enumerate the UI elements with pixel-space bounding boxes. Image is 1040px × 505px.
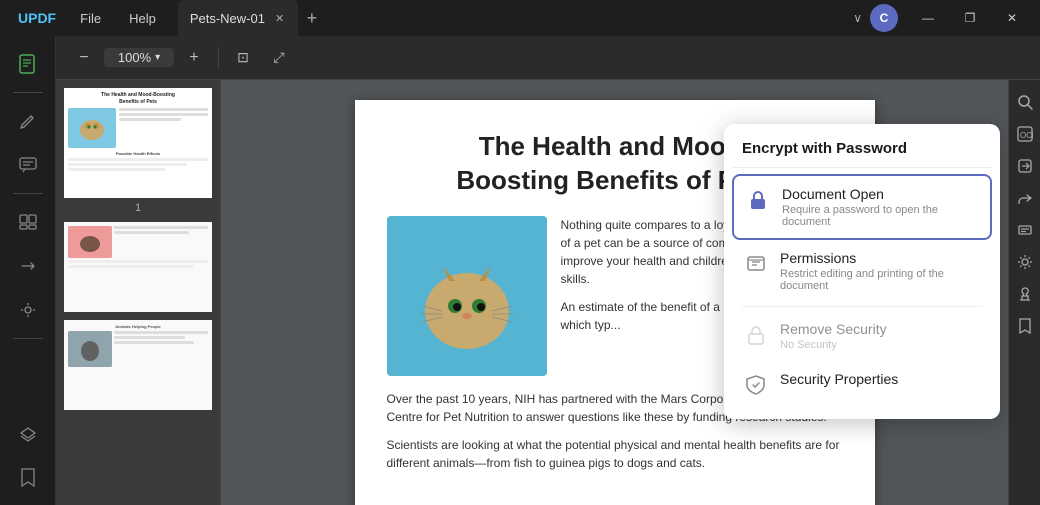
titlebar-actions: C — ❐ ✕ <box>870 0 1032 36</box>
dropdown-item-permissions-text: Permissions Restrict editing and printin… <box>780 250 982 292</box>
menu-help[interactable]: Help <box>115 0 170 36</box>
sidebar-item-bookmark[interactable] <box>8 457 48 497</box>
dropdown-item-document-open-sub: Require a password to open the document <box>782 204 980 228</box>
fit-width-button[interactable]: ⤢ <box>263 42 295 74</box>
thumbnail-page-3[interactable]: Animals Helping People <box>64 320 212 410</box>
tab-close-button[interactable]: ✕ <box>275 12 284 25</box>
lock-icon <box>744 186 772 214</box>
right-convert-icon[interactable] <box>1011 152 1039 180</box>
encrypt-password-dropdown: Encrypt with Password Document Open Requ… <box>724 124 1000 419</box>
tabs-overflow-button[interactable]: ∨ <box>845 11 870 25</box>
sidebar-divider-2 <box>13 193 43 194</box>
svg-text:OCR: OCR <box>1020 131 1033 140</box>
dropdown-item-remove-security-title: Remove Security <box>780 321 982 337</box>
shield-icon <box>742 371 770 399</box>
right-search-icon[interactable] <box>1011 88 1039 116</box>
sidebar-item-layers[interactable] <box>8 413 48 453</box>
sidebar-item-reader[interactable] <box>8 44 48 84</box>
zoom-in-button[interactable]: + <box>178 42 210 74</box>
menu-file[interactable]: File <box>66 0 115 36</box>
thumbnail-page-1[interactable]: The Health and Mood-BoostingBenefits of … <box>64 88 212 214</box>
minimize-button[interactable]: — <box>908 0 948 36</box>
fit-page-button[interactable]: ⊡ <box>227 42 259 74</box>
zoom-out-button[interactable]: − <box>68 42 100 74</box>
zoom-display: 100% ▾ <box>104 48 174 67</box>
sidebar-item-ai[interactable] <box>8 290 48 330</box>
tab-bar: Pets-New-01 ✕ + <box>170 0 845 36</box>
dropdown-item-security-properties-title: Security Properties <box>780 371 982 387</box>
right-redact-icon[interactable] <box>1011 216 1039 244</box>
avatar[interactable]: C <box>870 4 898 32</box>
maximize-button[interactable]: ❐ <box>950 0 990 36</box>
sidebar-item-edit[interactable] <box>8 101 48 141</box>
left-sidebar <box>0 36 56 505</box>
right-stamp-icon[interactable] <box>1011 280 1039 308</box>
sidebar-divider-3 <box>13 338 43 339</box>
dropdown-divider <box>742 306 982 307</box>
dropdown-item-security-properties-text: Security Properties <box>780 371 982 387</box>
right-panel: OCR <box>1008 80 1040 505</box>
dropdown-item-permissions[interactable]: Permissions Restrict editing and printin… <box>732 240 992 302</box>
dropdown-item-remove-security: Remove Security No Security <box>732 311 992 361</box>
zoom-value: 100% <box>118 50 151 65</box>
main-area: − 100% ▾ + ⊡ ⤢ The Health and Mood-Boost… <box>0 36 1040 505</box>
close-button[interactable]: ✕ <box>992 0 1032 36</box>
dropdown-item-permissions-title: Permissions <box>780 250 982 266</box>
right-ocr-icon[interactable]: OCR <box>1011 120 1039 148</box>
thumbnail-panel: The Health and Mood-BoostingBenefits of … <box>56 80 221 505</box>
logo-text: UPDF <box>18 10 56 26</box>
document-tab[interactable]: Pets-New-01 ✕ <box>178 0 298 36</box>
sidebar-item-organize[interactable] <box>8 202 48 242</box>
dropdown-item-document-open-title: Document Open <box>782 186 980 202</box>
sidebar-item-comment[interactable] <box>8 145 48 185</box>
dropdown-item-permissions-sub: Restrict editing and printing of the doc… <box>780 268 982 292</box>
titlebar: UPDF File Help Pets-New-01 ✕ + ∨ C — ❐ ✕ <box>0 0 1040 36</box>
pdf-area: The Health and Mood-BoostingBenefits of … <box>56 80 1040 505</box>
zoom-dropdown-icon[interactable]: ▾ <box>155 52 160 63</box>
dropdown-title: Encrypt with Password <box>732 134 992 168</box>
cat-image <box>387 216 547 376</box>
permissions-icon <box>742 250 770 278</box>
dropdown-item-remove-security-text: Remove Security No Security <box>780 321 982 351</box>
dropdown-item-document-open-text: Document Open Require a password to open… <box>782 186 980 228</box>
sidebar-divider-1 <box>13 92 43 93</box>
toolbar: − 100% ▾ + ⊡ ⤢ <box>56 36 1040 80</box>
remove-security-icon <box>742 321 770 349</box>
dropdown-item-remove-security-sub: No Security <box>780 339 982 351</box>
new-tab-button[interactable]: + <box>298 4 326 32</box>
toolbar-separator-1 <box>218 47 219 69</box>
right-share-icon[interactable] <box>1011 184 1039 212</box>
content-area: − 100% ▾ + ⊡ ⤢ The Health and Mood-Boost… <box>56 36 1040 505</box>
thumbnail-label-1: 1 <box>64 202 212 214</box>
menu-bar: File Help <box>66 0 170 36</box>
app-logo: UPDF <box>8 10 66 26</box>
dropdown-item-security-properties[interactable]: Security Properties <box>732 361 992 409</box>
right-bookmark-icon[interactable] <box>1011 312 1039 340</box>
right-settings-icon[interactable] <box>1011 248 1039 276</box>
sidebar-item-convert[interactable] <box>8 246 48 286</box>
thumbnail-page-2[interactable] <box>64 222 212 312</box>
tab-title: Pets-New-01 <box>190 11 265 26</box>
dropdown-item-document-open[interactable]: Document Open Require a password to open… <box>732 174 992 240</box>
